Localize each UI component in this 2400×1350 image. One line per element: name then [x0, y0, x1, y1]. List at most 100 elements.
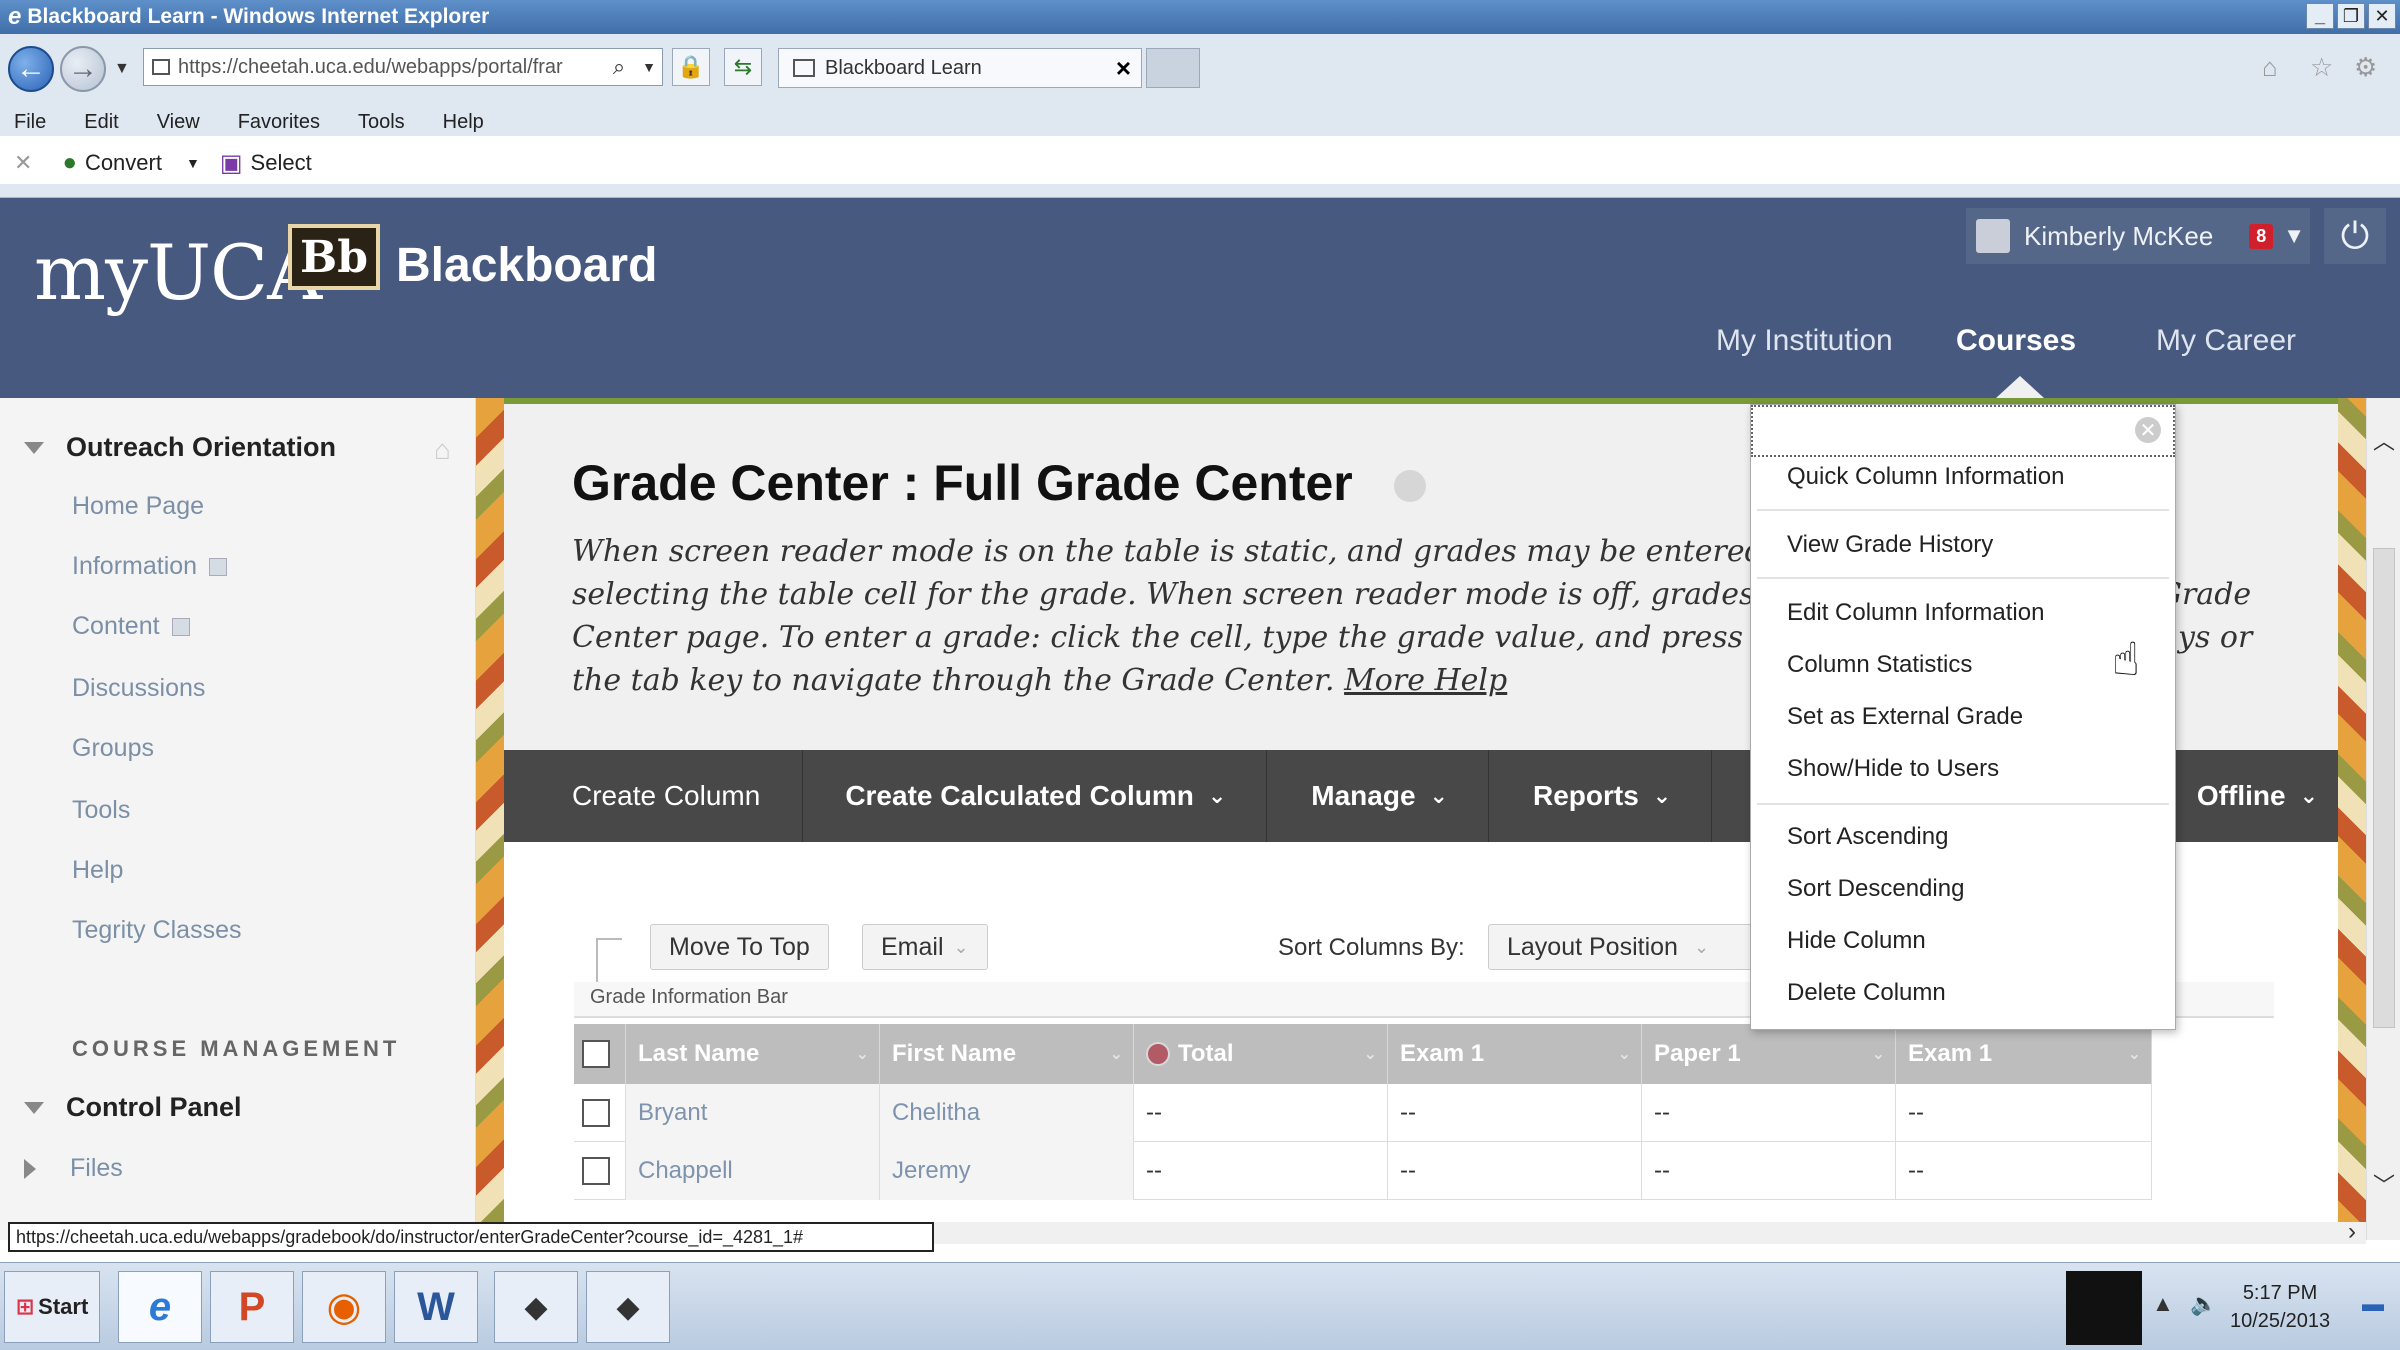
new-tab-button[interactable]	[1146, 48, 1200, 88]
nav-item-discussions[interactable]: Discussions	[72, 674, 205, 703]
refresh-icon[interactable]: ⇆	[724, 48, 762, 86]
forward-button[interactable]: →	[60, 46, 106, 92]
grade-cell[interactable]: --	[1134, 1142, 1388, 1200]
column-menu-icon[interactable]: ⌄	[856, 1044, 869, 1064]
select-all-checkbox[interactable]	[582, 1040, 610, 1068]
collapse-triangle-icon[interactable]	[24, 441, 44, 454]
scrollbar-thumb[interactable]	[2373, 548, 2395, 1028]
control-panel[interactable]: Control Panel	[24, 1092, 242, 1123]
menu-item-view-grade-history[interactable]: View Grade History	[1787, 531, 1993, 559]
nav-item-home-page[interactable]: Home Page	[72, 492, 204, 521]
column-menu-icon[interactable]: ⌄	[1872, 1044, 1885, 1064]
work-offline-button[interactable]: Offline ⌄	[2197, 750, 2318, 842]
cell-first-name[interactable]: Chelitha	[880, 1084, 1134, 1142]
menu-item-set-as-external-grade[interactable]: Set as External Grade	[1787, 703, 2023, 731]
column-menu-icon[interactable]: ⌄	[1110, 1044, 1123, 1064]
menu-edit[interactable]: Edit	[84, 111, 118, 134]
powerpoint-icon[interactable]: P	[210, 1271, 294, 1343]
menu-item-column-statistics[interactable]: Column Statistics	[1787, 651, 1972, 679]
column-menu-icon[interactable]: ⌄	[1618, 1044, 1631, 1064]
menu-item-delete-column[interactable]: Delete Column	[1787, 979, 1946, 1007]
tab-close-icon[interactable]: ×	[1116, 53, 1131, 84]
nav-item-help[interactable]: Help	[72, 856, 123, 885]
tray-arrow-icon[interactable]: ▲	[2152, 1291, 2174, 1317]
scroll-down-icon[interactable]: ﹀	[2373, 1168, 2395, 1200]
volume-icon[interactable]: 🔈	[2190, 1291, 2217, 1317]
create-column-button[interactable]: Create Column	[504, 750, 804, 842]
convert-dropdown-icon[interactable]: ▼	[186, 155, 200, 171]
home-icon[interactable]: ⌂	[434, 434, 451, 466]
settings-gear-icon[interactable]: ⚙	[2354, 52, 2377, 83]
myuca-logo[interactable]: myUCA	[34, 228, 322, 317]
nav-item-tools[interactable]: Tools	[72, 796, 130, 825]
nav-item-information[interactable]: Information	[72, 552, 228, 581]
nav-item-groups[interactable]: Groups	[72, 734, 154, 763]
browser-tab[interactable]: Blackboard Learn ×	[778, 48, 1142, 88]
app-icon-2[interactable]: ◆	[586, 1271, 670, 1343]
grade-cell[interactable]: --	[1642, 1084, 1896, 1142]
manage-button[interactable]: Manage ⌄	[1267, 750, 1489, 842]
select-button[interactable]: ▣ Select	[220, 149, 312, 178]
col-first-name[interactable]: First Name ⌄	[880, 1024, 1134, 1084]
expand-triangle-icon[interactable]	[24, 1158, 36, 1179]
menu-item-sort-ascending[interactable]: Sort Ascending	[1787, 823, 1948, 851]
course-title[interactable]: Outreach Orientation	[24, 432, 336, 463]
more-help-link[interactable]: More Help	[1344, 663, 1507, 698]
app-icon[interactable]: ◆	[494, 1271, 578, 1343]
grade-cell[interactable]: --	[1134, 1084, 1388, 1142]
scroll-up-icon[interactable]: ︿	[2373, 424, 2395, 456]
menu-help[interactable]: Help	[443, 111, 484, 134]
cell-first-name[interactable]: Jeremy	[880, 1142, 1134, 1200]
cell-last-name[interactable]: Chappell	[626, 1142, 880, 1200]
col-exam-1[interactable]: Exam 1 ⌄	[1388, 1024, 1642, 1084]
user-menu[interactable]: Kimberly McKee 8 ▼	[1966, 208, 2310, 264]
show-desktop-icon[interactable]: ▬	[2362, 1291, 2384, 1317]
menu-item-show-hide-to-users[interactable]: Show/Hide to Users	[1787, 755, 1999, 783]
lock-icon[interactable]: 🔒	[672, 48, 710, 86]
back-button[interactable]: ←	[8, 46, 54, 92]
menu-tools[interactable]: Tools	[358, 111, 405, 134]
row-checkbox[interactable]	[582, 1099, 610, 1127]
menu-item-hide-column[interactable]: Hide Column	[1787, 927, 1926, 955]
menu-item-edit-column-information[interactable]: Edit Column Information	[1787, 599, 2044, 627]
home-icon[interactable]: ⌂	[2262, 52, 2278, 83]
menu-item-quick-column-information[interactable]: Quick Column Information	[1787, 463, 2064, 491]
grade-cell[interactable]: --	[1388, 1084, 1642, 1142]
menu-view[interactable]: View	[157, 111, 200, 134]
history-dropdown-icon[interactable]: ▼	[114, 60, 130, 78]
reports-button[interactable]: Reports ⌄	[1489, 750, 1713, 842]
cell-last-name[interactable]: Bryant	[626, 1084, 880, 1142]
title-options-icon[interactable]	[1394, 470, 1426, 502]
col-paper-1[interactable]: Paper 1 ⌄	[1642, 1024, 1896, 1084]
internet-explorer-icon[interactable]: e	[118, 1271, 202, 1343]
nav-item-tegrity-classes[interactable]: Tegrity Classes	[72, 916, 242, 945]
tab-courses[interactable]: Courses	[1956, 324, 2076, 358]
row-checkbox[interactable]	[582, 1157, 610, 1185]
grade-cell[interactable]: --	[1896, 1084, 2152, 1142]
tab-my-institution[interactable]: My Institution	[1716, 324, 1893, 358]
grade-cell[interactable]: --	[1896, 1142, 2152, 1200]
scroll-right-icon[interactable]: ›	[2348, 1218, 2356, 1246]
minimize-button[interactable]: _	[2306, 3, 2334, 29]
close-menu-icon[interactable]: ✕	[2135, 417, 2161, 443]
collapse-triangle-icon[interactable]	[24, 1101, 44, 1114]
vertical-scrollbar[interactable]: ︿ ﹀	[2366, 398, 2400, 1240]
grade-cell[interactable]: --	[1388, 1142, 1642, 1200]
convert-button[interactable]: ● Convert ▼	[62, 149, 199, 177]
sort-columns-select[interactable]: Layout Position ⌄	[1488, 924, 1752, 970]
move-to-top-button[interactable]: Move To Top	[650, 924, 829, 970]
col-total[interactable]: Total ⌄	[1134, 1024, 1388, 1084]
nav-item-content[interactable]: Content	[72, 612, 190, 641]
word-icon[interactable]: W	[394, 1271, 478, 1343]
firefox-icon[interactable]: ◉	[302, 1271, 386, 1343]
grade-cell[interactable]: --	[1642, 1142, 1896, 1200]
logout-power-icon[interactable]: ⏻	[2324, 208, 2386, 264]
address-dropdown-icon[interactable]: ▼	[636, 48, 662, 86]
bb-logo[interactable]: Bb	[288, 224, 380, 290]
menu-item-sort-descending[interactable]: Sort Descending	[1787, 875, 1964, 903]
tray-preview[interactable]	[2066, 1271, 2142, 1345]
close-window-button[interactable]: ✕	[2368, 3, 2396, 29]
col-exam-1b[interactable]: Exam 1 ⌄	[1896, 1024, 2152, 1084]
email-button[interactable]: Email ⌄	[862, 924, 988, 970]
system-clock[interactable]: 5:17 PM 10/25/2013	[2230, 1279, 2330, 1335]
